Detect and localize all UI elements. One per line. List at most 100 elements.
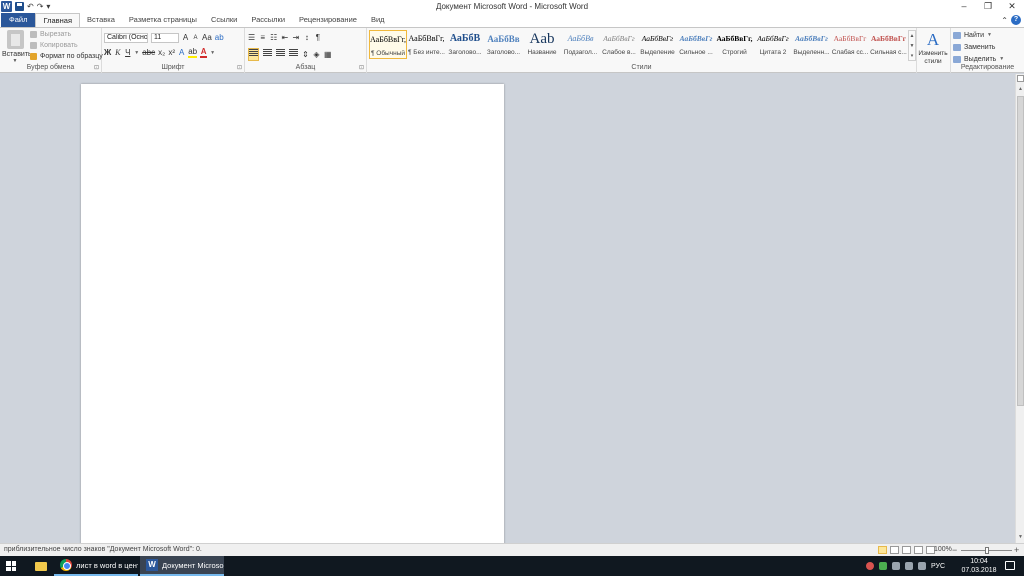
font-launcher-icon[interactable]: ⊡ <box>237 64 242 72</box>
align-left-icon[interactable] <box>248 48 259 61</box>
full-screen-reading-view-icon[interactable] <box>890 546 899 554</box>
document-page[interactable] <box>81 84 504 554</box>
vertical-scrollbar[interactable]: ▲ ▼ <box>1015 74 1024 543</box>
action-center-icon[interactable] <box>1005 561 1015 570</box>
decrease-indent-icon[interactable]: ⇤ <box>281 33 288 43</box>
minimize-button[interactable]: – <box>952 0 976 13</box>
tab-mailings[interactable]: Рассылки <box>244 13 292 27</box>
tray-volume-icon[interactable] <box>918 562 926 570</box>
replace-button[interactable]: Заменить <box>953 41 1004 53</box>
format-painter-button[interactable]: Формат по образцу <box>30 51 103 62</box>
increase-indent-icon[interactable]: ⇥ <box>292 33 299 43</box>
italic-button[interactable]: К <box>114 48 121 58</box>
style-item[interactable]: АаБбВв Подзагол... <box>562 30 600 59</box>
change-styles-icon: A <box>926 30 940 49</box>
change-styles-label: Изменить стили <box>918 50 948 65</box>
tab-page-layout[interactable]: Разметка страницы <box>122 13 204 27</box>
tray-network-icon[interactable] <box>892 562 900 570</box>
underline-chevron-icon[interactable]: ▼ <box>134 50 139 56</box>
multilevel-list-icon[interactable]: ☷ <box>270 33 277 43</box>
strikethrough-button[interactable]: abc <box>142 48 155 58</box>
font-color-chevron-icon[interactable]: ▼ <box>210 50 215 56</box>
grow-font-icon[interactable]: A <box>182 33 189 43</box>
scroll-down-icon[interactable]: ▼ <box>1016 534 1024 540</box>
font-color-button[interactable]: A <box>200 48 208 58</box>
close-button[interactable]: ✕ <box>1000 0 1024 13</box>
change-styles-button[interactable]: A Изменить стили <box>918 30 948 66</box>
tab-home[interactable]: Главная <box>35 13 80 27</box>
taskbar-chrome[interactable]: лист в word в цент... <box>54 556 138 576</box>
windows-start-icon[interactable] <box>6 561 16 571</box>
scroll-thumb[interactable] <box>1017 96 1024 406</box>
tray-nvidia-icon[interactable] <box>879 562 887 570</box>
taskbar-clock[interactable]: 10:04 07.03.2018 <box>960 557 998 575</box>
sort-icon[interactable]: ↕ <box>303 33 310 43</box>
tab-review[interactable]: Рецензирование <box>292 13 364 27</box>
zoom-in-icon[interactable]: + <box>1014 544 1019 556</box>
shrink-font-icon[interactable]: A <box>192 33 199 43</box>
underline-button[interactable]: Ч <box>124 48 131 58</box>
tray-battery-icon[interactable] <box>905 562 913 570</box>
tab-file[interactable]: Файл <box>1 13 36 27</box>
ruler-toggle-icon[interactable] <box>1017 75 1024 82</box>
tray-app-icon[interactable] <box>866 562 874 570</box>
align-center-icon[interactable] <box>263 49 272 60</box>
subscript-button[interactable]: x₂ <box>158 48 165 58</box>
paste-button[interactable]: Вставить ▼ <box>2 30 32 64</box>
input-language[interactable]: РУС <box>931 563 945 570</box>
superscript-button[interactable]: x² <box>168 48 175 58</box>
style-item[interactable]: АаБбВвГг Выделенн... <box>793 30 831 59</box>
style-item[interactable]: АаБбВвГг, Строгий <box>716 30 754 59</box>
style-item[interactable]: АаБбВвГг, ¶ Без инте... <box>408 30 446 59</box>
numbering-icon[interactable]: ≡ <box>259 33 266 43</box>
line-spacing-icon[interactable]: ⇕ <box>302 50 309 60</box>
style-item[interactable]: АаБбВвГг Слабая сс... <box>831 30 869 59</box>
restore-button[interactable]: ❐ <box>976 0 1000 13</box>
change-case-icon[interactable]: Aa <box>202 33 212 43</box>
cut-button[interactable]: Вырезать <box>30 29 103 40</box>
clear-formatting-icon[interactable]: ab <box>215 33 224 43</box>
web-layout-view-icon[interactable] <box>902 546 911 554</box>
zoom-out-icon[interactable]: − <box>952 544 957 556</box>
clipboard-launcher-icon[interactable]: ⊡ <box>94 64 99 72</box>
font-size-select[interactable]: 11 <box>151 33 179 43</box>
justify-icon[interactable] <box>289 49 298 60</box>
font-name-select[interactable]: Calibri (Осно <box>104 33 148 43</box>
style-item[interactable]: АаБбВвГг Сильное ... <box>677 30 715 59</box>
copy-button[interactable]: Копировать <box>30 40 103 51</box>
tab-insert[interactable]: Вставка <box>80 13 122 27</box>
show-formatting-marks-icon[interactable]: ¶ <box>314 33 321 43</box>
file-explorer-button[interactable] <box>30 556 47 576</box>
help-icon[interactable]: ? <box>1011 15 1021 25</box>
style-item[interactable]: АаБбВвГг Выделение <box>639 30 677 59</box>
taskbar-word[interactable]: W Документ Microso... <box>140 556 224 576</box>
find-button[interactable]: Найти ▼ <box>953 29 1004 41</box>
style-item[interactable]: АаБбВвГг Цитата 2 <box>754 30 792 59</box>
print-layout-view-icon[interactable] <box>878 546 887 554</box>
tab-references[interactable]: Ссылки <box>204 13 244 27</box>
zoom-slider[interactable] <box>961 547 1012 554</box>
outline-view-icon[interactable] <box>914 546 923 554</box>
bold-button[interactable]: Ж <box>104 48 111 58</box>
paragraph-launcher-icon[interactable]: ⊡ <box>359 64 364 72</box>
style-item[interactable]: Aab Название <box>523 30 561 59</box>
zoom-level[interactable]: 100% <box>934 544 952 556</box>
minimize-ribbon-icon[interactable]: ⌃ <box>1001 16 1008 25</box>
style-item[interactable]: АаБбВвГг Сильная с... <box>870 30 908 59</box>
style-item[interactable]: АаБбВ Заголово... <box>446 30 484 59</box>
shading-icon[interactable]: ◈ <box>313 50 320 60</box>
style-item[interactable]: АаБбВвГг Слабое в... <box>600 30 638 59</box>
tab-view[interactable]: Вид <box>364 13 392 27</box>
style-item[interactable]: АаБбВвГг, ¶ Обычный <box>369 30 407 59</box>
bullets-icon[interactable]: ☰ <box>248 33 255 43</box>
align-right-icon[interactable] <box>276 49 285 60</box>
highlight-button[interactable]: ab <box>188 48 198 58</box>
scroll-up-icon[interactable]: ▲ <box>1016 86 1024 92</box>
taskbar: лист в word в цент... W Документ Microso… <box>0 556 1024 576</box>
text-effects-button[interactable]: A <box>178 48 185 58</box>
select-button[interactable]: Выделить ▼ <box>953 53 1004 65</box>
style-item[interactable]: АаБбВв Заголово... <box>485 30 523 59</box>
borders-icon[interactable]: ▦ <box>324 50 332 60</box>
styles-scroll[interactable]: ▲ ▼ ▾ <box>908 30 916 61</box>
zoom-slider-thumb[interactable] <box>984 547 989 554</box>
